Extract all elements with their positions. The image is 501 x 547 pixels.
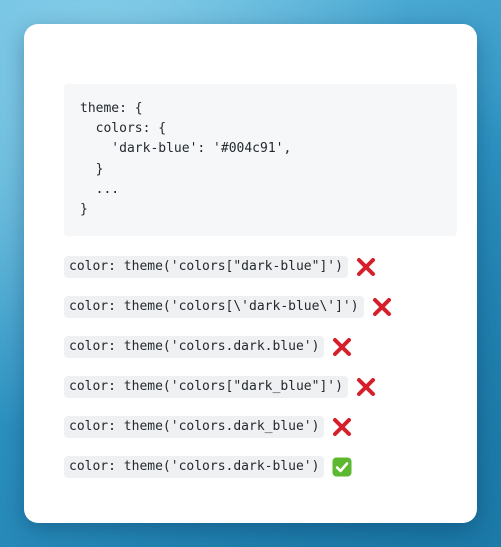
green-check-icon bbox=[332, 457, 352, 477]
example-code: color: theme('colors.dark-blue') bbox=[64, 456, 325, 478]
red-cross-icon bbox=[356, 377, 376, 397]
example-code: color: theme('colors.dark.blue') bbox=[64, 336, 325, 358]
example-row: color: theme('colors["dark-blue"]') bbox=[64, 255, 392, 279]
code-line: } bbox=[80, 201, 88, 217]
examples-list: color: theme('colors["dark-blue"]') colo… bbox=[64, 255, 392, 495]
example-row: color: theme('colors[\'dark-blue\']') bbox=[64, 295, 392, 319]
code-line: theme: { bbox=[80, 101, 143, 116]
example-code: color: theme('colors.dark_blue') bbox=[64, 416, 325, 438]
code-line: ... bbox=[80, 181, 120, 197]
red-cross-icon bbox=[372, 297, 392, 317]
content-card: theme: { colors: { 'dark-blue': '#004c91… bbox=[24, 24, 477, 523]
example-row: color: theme('colors["dark_blue"]') bbox=[64, 375, 392, 399]
example-row: color: theme('colors.dark_blue') bbox=[64, 415, 392, 439]
example-row: color: theme('colors.dark-blue') bbox=[64, 455, 392, 479]
red-cross-icon bbox=[356, 257, 376, 277]
code-line: colors: { bbox=[80, 121, 167, 137]
example-code: color: theme('colors["dark_blue"]') bbox=[64, 376, 348, 398]
example-row: color: theme('colors.dark.blue') bbox=[64, 335, 392, 359]
example-code: color: theme('colors["dark-blue"]') bbox=[64, 256, 348, 278]
example-code: color: theme('colors[\'dark-blue\']') bbox=[64, 296, 364, 318]
red-cross-icon bbox=[332, 337, 352, 357]
code-line: } bbox=[80, 161, 104, 177]
red-cross-icon bbox=[332, 417, 352, 437]
theme-code-block: theme: { colors: { 'dark-blue': '#004c91… bbox=[64, 84, 457, 236]
code-line: 'dark-blue': '#004c91', bbox=[80, 141, 292, 157]
